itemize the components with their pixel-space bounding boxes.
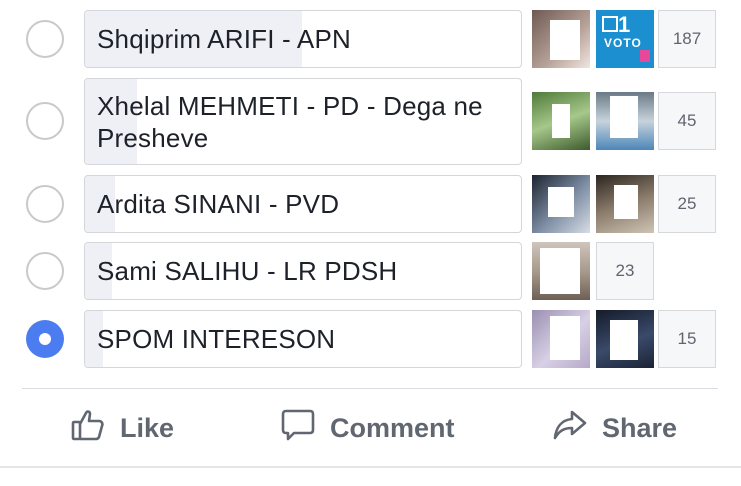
poll-option-row: SPOM INTERESON 15 bbox=[0, 310, 741, 368]
voter-avatar[interactable] bbox=[532, 10, 590, 68]
comment-button[interactable]: Comment bbox=[280, 389, 455, 467]
divider bbox=[0, 466, 741, 468]
comment-label: Comment bbox=[330, 412, 455, 443]
poll-option-button[interactable]: SPOM INTERESON bbox=[84, 310, 522, 368]
voter-avatar[interactable] bbox=[532, 242, 590, 300]
poll-option-label: SPOM INTERESON bbox=[97, 324, 336, 354]
poll-option-row: Xhelal MEHMETI - PD - Dega ne Presheve 4… bbox=[0, 78, 741, 165]
poll-option-row: Sami SALIHU - LR PDSH 23 bbox=[0, 242, 741, 300]
share-label: Share bbox=[602, 412, 678, 443]
vote-count[interactable]: 15 bbox=[658, 310, 716, 368]
comment-bubble-icon bbox=[280, 407, 330, 450]
poll-option-button[interactable]: Xhelal MEHMETI - PD - Dega ne Presheve bbox=[84, 78, 522, 165]
share-button[interactable]: Share bbox=[552, 389, 677, 467]
poll-option-label: Xhelal MEHMETI - PD - Dega ne Presheve bbox=[97, 90, 483, 153]
voter-avatar[interactable]: 1 VOTO bbox=[596, 10, 654, 68]
thumbs-up-icon bbox=[70, 407, 120, 450]
like-button[interactable]: Like bbox=[70, 389, 174, 467]
vote-count[interactable]: 23 bbox=[596, 242, 654, 300]
poll-option-label: Shqiprim ARIFI - APN bbox=[97, 24, 351, 54]
share-arrow-icon bbox=[552, 407, 602, 450]
voter-avatar[interactable] bbox=[596, 175, 654, 233]
like-label: Like bbox=[120, 412, 175, 443]
poll-option-row: Ardita SINANI - PVD 25 bbox=[0, 175, 741, 233]
poll-option-button[interactable]: Shqiprim ARIFI - APN bbox=[84, 10, 522, 68]
voter-avatar[interactable] bbox=[596, 92, 654, 150]
voter-avatar[interactable] bbox=[532, 175, 590, 233]
poll-option-button[interactable]: Sami SALIHU - LR PDSH bbox=[84, 242, 522, 300]
poll-option-radio[interactable] bbox=[26, 252, 64, 290]
poll-option-button[interactable]: Ardita SINANI - PVD bbox=[84, 175, 522, 233]
poll-option-label: Ardita SINANI - PVD bbox=[97, 189, 340, 219]
poll-option-radio[interactable] bbox=[26, 185, 64, 223]
poll-option-radio[interactable] bbox=[26, 20, 64, 58]
vote-count[interactable]: 25 bbox=[658, 175, 716, 233]
post-action-bar: Like Comment Share bbox=[0, 389, 741, 467]
voter-avatar[interactable] bbox=[596, 310, 654, 368]
poll-option-label: Sami SALIHU - LR PDSH bbox=[97, 256, 398, 286]
voter-avatar[interactable] bbox=[532, 310, 590, 368]
vote-count[interactable]: 187 bbox=[658, 10, 716, 68]
poll-option-radio[interactable] bbox=[26, 102, 64, 140]
poll-option-row: Shqiprim ARIFI - APN 1 VOTO 187 bbox=[0, 10, 741, 68]
vote-count[interactable]: 45 bbox=[658, 92, 716, 150]
poll-option-radio-selected[interactable] bbox=[26, 320, 64, 358]
voter-avatar[interactable] bbox=[532, 92, 590, 150]
